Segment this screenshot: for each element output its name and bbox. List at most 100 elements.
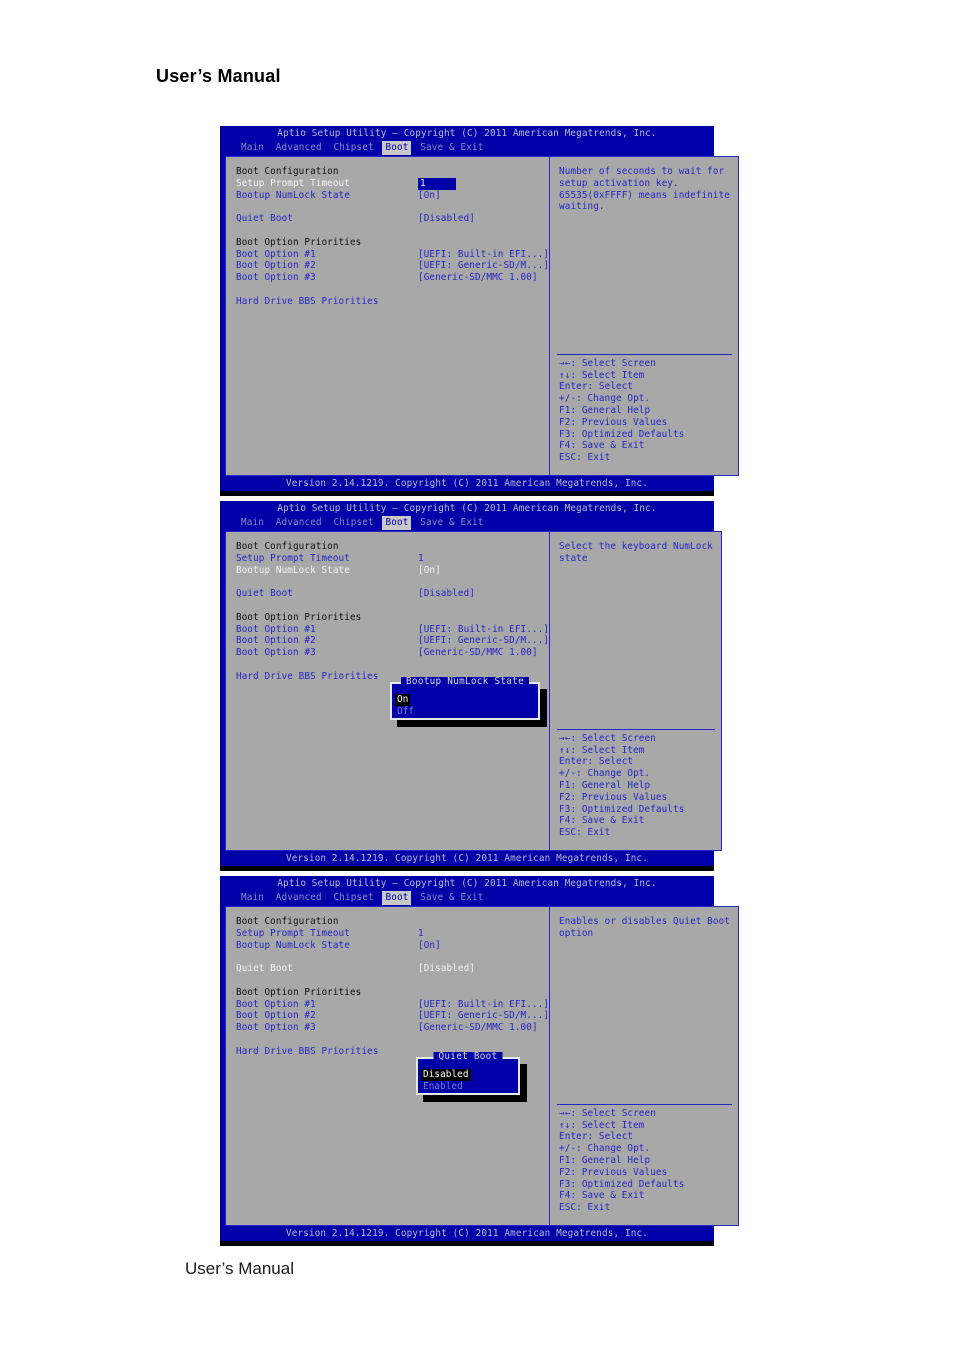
row-boot-option-1[interactable]: Boot Option #1 [UEFI: Built-in EFI...] (236, 249, 549, 261)
row-value[interactable]: [On] (418, 190, 441, 202)
tab-save-exit[interactable]: Save & Exit (417, 516, 486, 530)
row-value[interactable]: [Disabled] (418, 963, 475, 975)
row-boot-option-2[interactable]: Boot Option #2 [UEFI: Generic-SD/M...] (236, 260, 549, 272)
row-value[interactable]: 1 (418, 928, 424, 940)
row-setup-prompt-timeout[interactable]: Setup Prompt Timeout 1 (236, 177, 549, 190)
row-value[interactable]: [On] (418, 940, 441, 952)
bios-bottom-bar (220, 1241, 714, 1246)
row-value[interactable]: [Generic-SD/MMC 1.00] (418, 272, 538, 284)
row-spacer (236, 975, 549, 987)
bios-titlebar: Aptio Setup Utility – Copyright (C) 2011… (277, 128, 657, 139)
settings-rows: Boot Configuration Setup Prompt Timeout 1… (226, 157, 549, 308)
bios-versionbar: Version 2.14.1219. Copyright (C) 2011 Am… (285, 478, 649, 489)
dropdown-option-row[interactable]: Off (395, 699, 535, 717)
tab-chipset[interactable]: Chipset (330, 516, 376, 530)
row-value[interactable]: [UEFI: Built-in EFI...] (418, 999, 549, 1011)
tab-save-exit[interactable]: Save & Exit (417, 891, 486, 905)
row-boot-option-2[interactable]: Boot Option #2 [UEFI: Generic-SD/M...] (236, 635, 549, 647)
key-f4: F4: Save & Exit (559, 815, 645, 827)
settings-rows: Boot Configuration Setup Prompt Timeout 1… (226, 907, 549, 1058)
tab-main[interactable]: Main (238, 891, 267, 905)
help-line: waiting. (559, 201, 605, 213)
row-value[interactable]: [UEFI: Generic-SD/M...] (418, 260, 549, 272)
row-value[interactable]: [On] (418, 565, 441, 577)
row-value[interactable]: [UEFI: Generic-SD/M...] (418, 635, 549, 647)
help-key-legend: →←: Select Screen ↑↓: Select Item Enter:… (550, 1103, 738, 1225)
row-label: Boot Option #2 (236, 635, 316, 647)
tab-boot[interactable]: Boot (382, 516, 412, 530)
settings-pane: Boot Configuration Setup Prompt Timeout 1… (225, 906, 550, 1226)
row-label: Bootup NumLock State (236, 939, 350, 951)
key-enter: Enter: Select (559, 756, 634, 768)
row-setup-prompt-timeout[interactable]: Setup Prompt Timeout 1 (236, 553, 549, 565)
help-line: Select the keyboard NumLock (559, 541, 713, 552)
row-boot-option-1[interactable]: Boot Option #1 [UEFI: Built-in EFI...] (236, 624, 549, 636)
tab-chipset[interactable]: Chipset (330, 891, 376, 905)
tab-advanced[interactable]: Advanced (273, 141, 325, 155)
row-spacer (236, 284, 549, 296)
settings-pane: Boot Configuration Setup Prompt Timeout 1… (225, 531, 550, 851)
row-label: Bootup NumLock State (236, 564, 350, 576)
tab-chipset[interactable]: Chipset (330, 141, 376, 155)
row-value[interactable]: [Generic-SD/MMC 1.00] (418, 1022, 538, 1034)
row-label: Boot Option #2 (236, 1010, 316, 1022)
row-value[interactable]: 1 (418, 553, 424, 565)
dropdown-option-off[interactable]: Off (395, 706, 416, 717)
row-boot-option-3[interactable]: Boot Option #3 [Generic-SD/MMC 1.00] (236, 272, 549, 284)
key-select-item: ↑↓: Select Item (559, 1119, 645, 1131)
dropdown-option-row[interactable]: On (395, 687, 535, 706)
row-label: Setup Prompt Timeout (236, 552, 350, 564)
row-value[interactable]: [Generic-SD/MMC 1.00] (418, 647, 538, 659)
help-text: Select the keyboard NumLock state (550, 532, 721, 565)
quiet-boot-dropdown[interactable]: Quiet Boot Disabled Enabled (416, 1052, 527, 1102)
row-boot-option-2[interactable]: Boot Option #2 [UEFI: Generic-SD/M...] (236, 1010, 549, 1022)
row-quiet-boot[interactable]: Quiet Boot [Disabled] (236, 213, 549, 225)
tab-save-exit[interactable]: Save & Exit (417, 141, 486, 155)
row-value[interactable]: [UEFI: Built-in EFI...] (418, 624, 549, 636)
divider (557, 728, 715, 730)
dropdown-option-enabled[interactable]: Enabled (421, 1081, 465, 1092)
row-label: Boot Option #3 (236, 1022, 316, 1034)
help-line: option (559, 927, 594, 939)
row-spacer (236, 576, 549, 588)
row-quiet-boot[interactable]: Quiet Boot [Disabled] (236, 963, 549, 975)
row-boot-option-3[interactable]: Boot Option #3 [Generic-SD/MMC 1.00] (236, 1022, 549, 1034)
row-value[interactable]: [Disabled] (418, 213, 475, 225)
group-boot-option-priorities: Boot Option Priorities (236, 237, 549, 249)
row-bootup-numlock-state[interactable]: Bootup NumLock State [On] (236, 940, 549, 952)
bios-versionbar: Version 2.14.1219. Copyright (C) 2011 Am… (285, 853, 649, 864)
key-f2: F2: Previous Values (559, 791, 668, 803)
bios-versionbar: Version 2.14.1219. Copyright (C) 2011 Am… (285, 1228, 649, 1239)
row-boot-option-3[interactable]: Boot Option #3 [Generic-SD/MMC 1.00] (236, 647, 549, 659)
tab-boot[interactable]: Boot (382, 891, 412, 905)
bootup-numlock-dropdown[interactable]: Bootup NumLock State On Off (390, 677, 547, 727)
tab-advanced[interactable]: Advanced (273, 891, 325, 905)
row-boot-option-1[interactable]: Boot Option #1 [UEFI: Built-in EFI...] (236, 999, 549, 1011)
tab-main[interactable]: Main (238, 141, 267, 155)
help-line: Number of seconds to wait for (559, 166, 725, 177)
row-bootup-numlock-state[interactable]: Bootup NumLock State [On] (236, 565, 549, 577)
row-value[interactable]: [UEFI: Built-in EFI...] (418, 249, 549, 261)
tab-boot[interactable]: Boot (382, 141, 412, 155)
dropdown-option-row[interactable]: Disabled (421, 1062, 515, 1081)
row-bootup-numlock-state[interactable]: Bootup NumLock State [On] (236, 190, 549, 202)
tab-advanced[interactable]: Advanced (273, 516, 325, 530)
row-value[interactable]: [UEFI: Generic-SD/M...] (418, 1010, 549, 1022)
key-f3: F3: Optimized Defaults (559, 803, 685, 815)
bios-body: Boot Configuration Setup Prompt Timeout 1… (225, 156, 739, 476)
row-label: Setup Prompt Timeout (236, 177, 350, 189)
help-line: setup activation key. (559, 177, 679, 189)
settings-pane: Boot Configuration Setup Prompt Timeout 1… (225, 156, 550, 476)
row-label: Hard Drive BBS Priorities (236, 295, 379, 307)
bios-menubar: Main Advanced Chipset Boot Save & Exit (220, 141, 714, 155)
tab-main[interactable]: Main (238, 516, 267, 530)
row-value[interactable]: [Disabled] (418, 588, 475, 600)
key-change-opt: +/-: Change Opt. (559, 393, 651, 405)
row-spacer (236, 225, 549, 237)
row-quiet-boot[interactable]: Quiet Boot [Disabled] (236, 588, 549, 600)
bios-body: Boot Configuration Setup Prompt Timeout 1… (225, 906, 739, 1226)
row-label: Hard Drive BBS Priorities (236, 670, 379, 682)
row-value[interactable]: 1 (418, 177, 456, 190)
row-setup-prompt-timeout[interactable]: Setup Prompt Timeout 1 (236, 928, 549, 940)
row-hard-drive-bbs-priorities[interactable]: Hard Drive BBS Priorities (236, 296, 549, 308)
